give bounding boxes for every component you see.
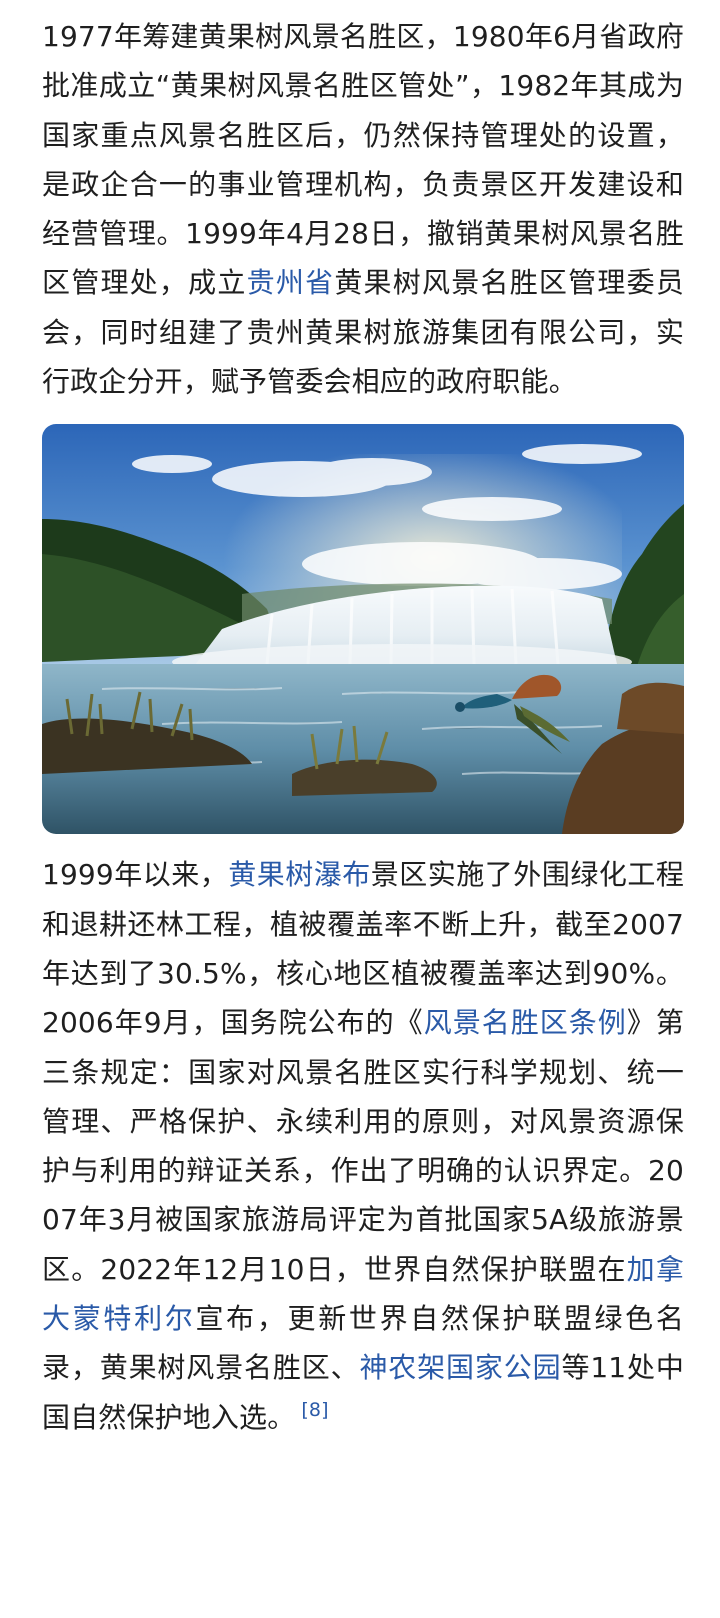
reference-link[interactable]: [8] <box>301 1399 328 1421</box>
paragraph-history: 1977年筹建黄果树风景名胜区，1980年6月省政府批准成立“黄果树风景名胜区管… <box>42 12 684 406</box>
link-shennongjia-national-park[interactable]: 神农架国家公园 <box>359 1351 561 1384</box>
link-guizhou-province[interactable]: 贵州省 <box>247 266 335 299</box>
paragraph-text: 》第三条规定：国家对风景名胜区实行科学规划、统一管理、严格保护、永续利用的原则，… <box>42 1006 684 1286</box>
paragraph-text: 1999年以来， <box>42 858 229 892</box>
link-huangguoshu-waterfall[interactable]: 黄果树瀑布 <box>228 858 371 891</box>
link-scenic-area-regulations[interactable]: 风景名胜区条例 <box>424 1006 627 1039</box>
article-body: 1977年筹建黄果树风景名胜区，1980年6月省政府批准成立“黄果树风景名胜区管… <box>42 12 684 1442</box>
paragraph-text: 1977年筹建黄果树风景名胜区，1980年6月省政府批准成立“黄果树风景名胜区管… <box>42 20 684 300</box>
waterfall-peacock-image <box>42 424 684 835</box>
paragraph-protection: 1999年以来，黄果树瀑布景区实施了外围绿化工程和退耕还林工程，植被覆盖率不断上… <box>42 850 684 1442</box>
waterfall-photo[interactable] <box>42 424 684 835</box>
